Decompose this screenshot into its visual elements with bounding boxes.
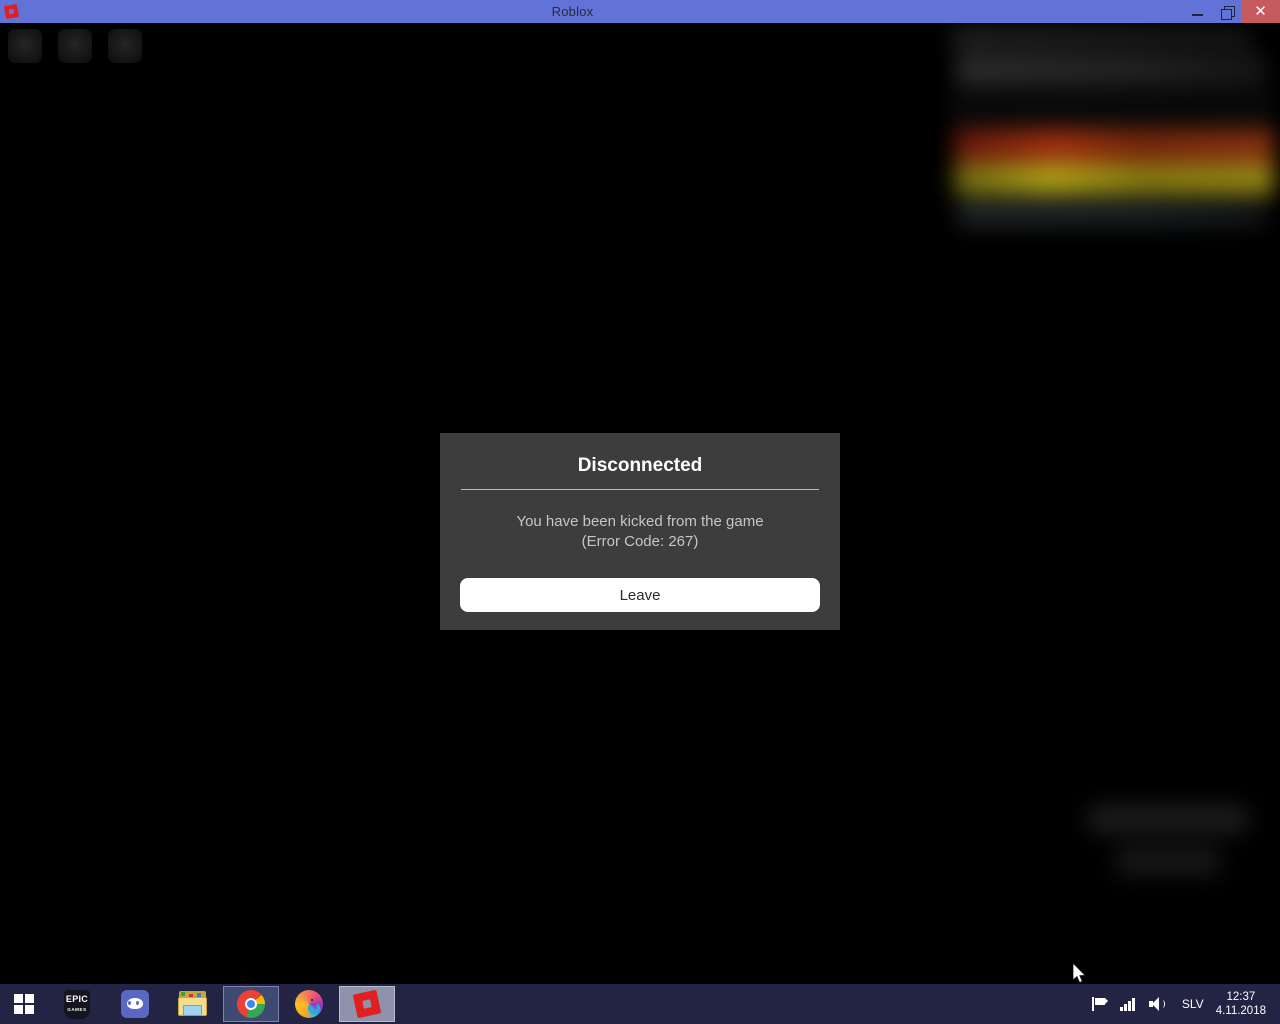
restore-icon (1220, 5, 1235, 20)
close-icon: ✕ (1254, 2, 1267, 20)
language-indicator[interactable]: SLV (1172, 997, 1214, 1011)
desktop-screen: Roblox ✕ Disconnected You have been kick… (0, 0, 1280, 1024)
discord-icon (121, 990, 149, 1018)
dialog-title: Disconnected (577, 455, 703, 476)
dialog-message-line-2: (Error Code: 267) (581, 533, 699, 550)
dialog-message: You have been kicked from the game (Erro… (460, 512, 820, 578)
clock[interactable]: 12:37 4.11.2018 (1214, 990, 1274, 1018)
roblox-icon (352, 989, 382, 1019)
taskbar-item-gamee[interactable] (281, 986, 337, 1022)
taskbar-item-discord[interactable] (107, 986, 163, 1022)
g-app-icon (295, 990, 323, 1018)
volume-button[interactable] (1142, 984, 1172, 1024)
speaker-icon (1148, 997, 1165, 1011)
game-viewport: Disconnected You have been kicked from t… (0, 23, 1280, 984)
maximize-restore-button[interactable] (1212, 0, 1241, 23)
chat-button[interactable] (58, 29, 92, 63)
epic-sublabel: GAMES (67, 1006, 87, 1012)
taskbar: EPIC GAMES SLV 12:37 4.11.2018 (0, 984, 1280, 1024)
leave-button[interactable]: Leave (460, 578, 820, 612)
windows-logo-icon (14, 994, 34, 1014)
taskbar-item-file-explorer[interactable] (165, 986, 221, 1022)
window-controls: ✕ (1183, 0, 1280, 23)
minimize-button[interactable] (1183, 0, 1212, 23)
taskbar-item-roblox[interactable] (339, 986, 395, 1022)
clock-time: 12:37 (1226, 991, 1256, 1003)
disconnected-dialog: Disconnected You have been kicked from t… (440, 433, 840, 630)
start-button[interactable] (0, 984, 48, 1024)
network-button[interactable] (1113, 984, 1142, 1024)
dialog-message-line-1: You have been kicked from the game (516, 513, 764, 530)
taskbar-item-chrome[interactable] (223, 986, 279, 1022)
blurred-leaderboard-panel (942, 23, 1280, 239)
window-titlebar[interactable]: Roblox ✕ (0, 0, 1280, 23)
dialog-divider (461, 489, 819, 490)
roblox-topbar-buttons (8, 29, 142, 63)
window-title: Roblox (551, 4, 594, 19)
epic-label: EPIC (65, 993, 89, 1004)
file-explorer-icon (178, 991, 208, 1017)
players-button[interactable] (108, 29, 142, 63)
chrome-icon (237, 990, 265, 1018)
minimize-icon (1192, 13, 1203, 16)
epic-games-icon: EPIC GAMES (64, 989, 90, 1019)
network-signal-icon (1120, 997, 1135, 1011)
taskbar-tasks: EPIC GAMES (48, 984, 396, 1024)
close-button[interactable]: ✕ (1241, 0, 1280, 23)
action-center-button[interactable] (1085, 984, 1113, 1024)
clock-date: 4.11.2018 (1215, 1005, 1266, 1017)
system-tray: SLV 12:37 4.11.2018 (1085, 984, 1280, 1024)
menu-button[interactable] (8, 29, 42, 63)
blurred-overlay-element (1080, 798, 1256, 896)
action-center-flag-icon (1092, 997, 1109, 1011)
taskbar-item-epic-games[interactable]: EPIC GAMES (49, 986, 105, 1022)
